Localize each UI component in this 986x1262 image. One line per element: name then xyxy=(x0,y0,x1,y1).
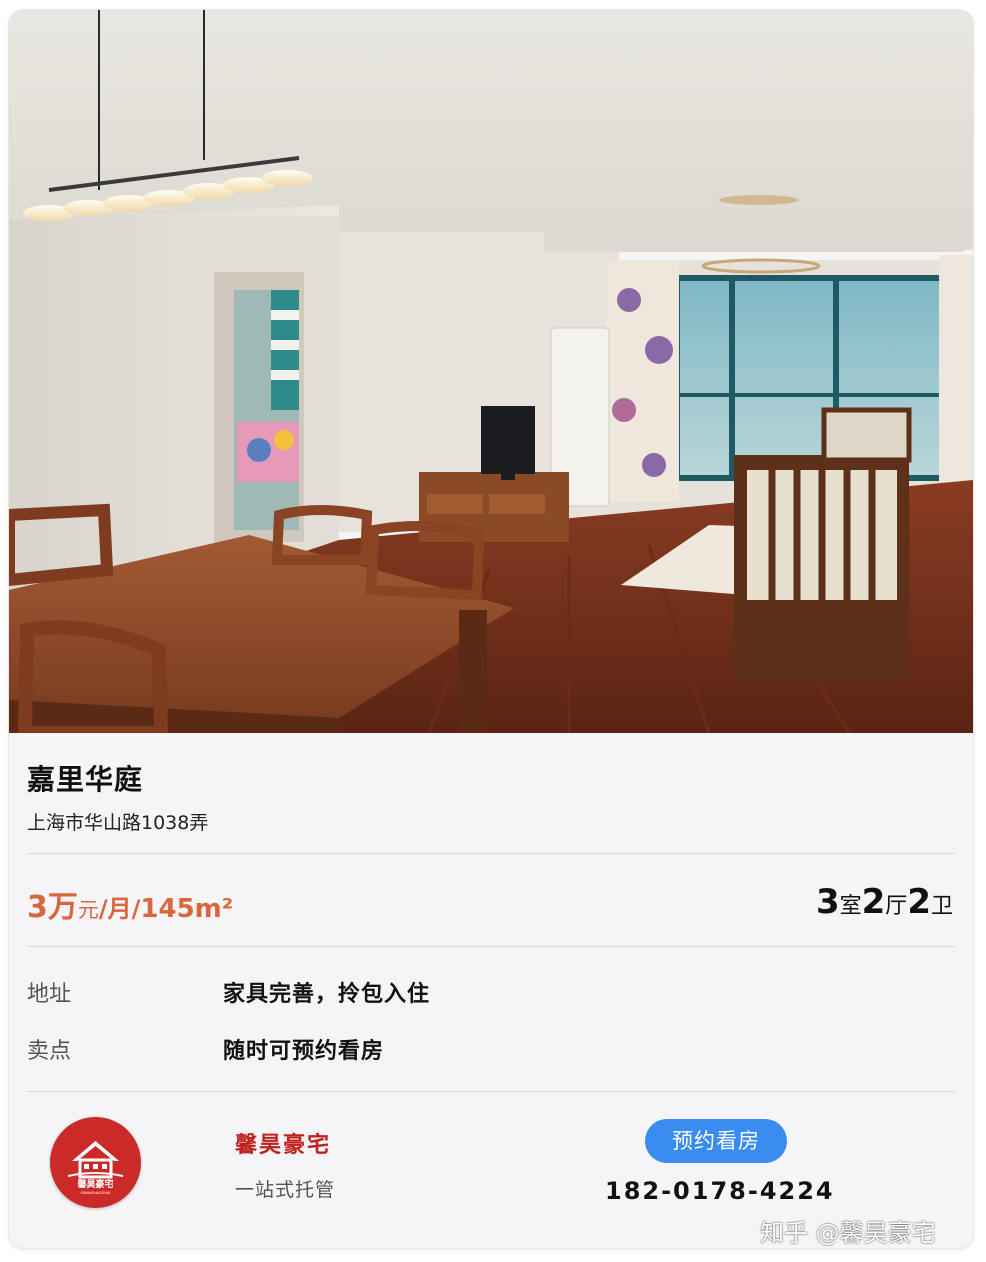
price-value: 3万 xyxy=(27,890,78,925)
detail-key-selling-point: 卖点 xyxy=(27,1039,72,1064)
price-area: 3万元/月/145m² xyxy=(27,882,233,926)
hall-unit: 厅 xyxy=(885,894,908,919)
room-layout: 3室2厅2卫 xyxy=(816,882,953,922)
detail-value-address: 家具完善，拎包入住 xyxy=(223,982,431,1007)
detail-key-address: 地址 xyxy=(27,982,72,1007)
bedroom-unit: 室 xyxy=(839,894,862,919)
divider xyxy=(27,1091,955,1092)
price-unit: 元 xyxy=(77,898,99,922)
listing-address: 上海市华山路1038弄 xyxy=(27,812,209,834)
listing-title: 嘉里华庭 xyxy=(27,763,144,796)
listing-card: 嘉里华庭 上海市华山路1038弄 3万元/月/145m² 3室2厅2卫 地址 家… xyxy=(9,10,973,1248)
phone-number[interactable]: 182-0178-4224 xyxy=(605,1177,835,1205)
logo-subtext: XINHAOHAOZHAI xyxy=(81,1191,111,1195)
bedroom-count: 3 xyxy=(815,882,840,922)
floor-area: 145m² xyxy=(140,894,234,924)
divider xyxy=(27,853,955,854)
book-viewing-button[interactable]: 预约看房 xyxy=(645,1119,787,1163)
bathroom-unit: 卫 xyxy=(930,894,953,919)
apartment-photo xyxy=(9,10,973,733)
bathroom-count: 2 xyxy=(907,882,931,922)
detail-value-selling-point: 随时可预约看房 xyxy=(223,1039,385,1064)
per-month: /月/ xyxy=(98,895,141,923)
house-icon: 馨昊豪宅 XINHAOHAOZHAI xyxy=(67,1141,124,1195)
divider xyxy=(27,946,955,947)
agency-name: 馨昊豪宅 xyxy=(235,1133,332,1158)
watermark: 知乎 @馨昊豪宅 xyxy=(760,1219,936,1247)
agency-logo: 馨昊豪宅 XINHAOHAOZHAI xyxy=(50,1117,141,1208)
agency-tagline: 一站式托管 xyxy=(235,1179,336,1201)
hall-count: 2 xyxy=(861,882,886,922)
logo-text: 馨昊豪宅 xyxy=(76,1178,113,1190)
